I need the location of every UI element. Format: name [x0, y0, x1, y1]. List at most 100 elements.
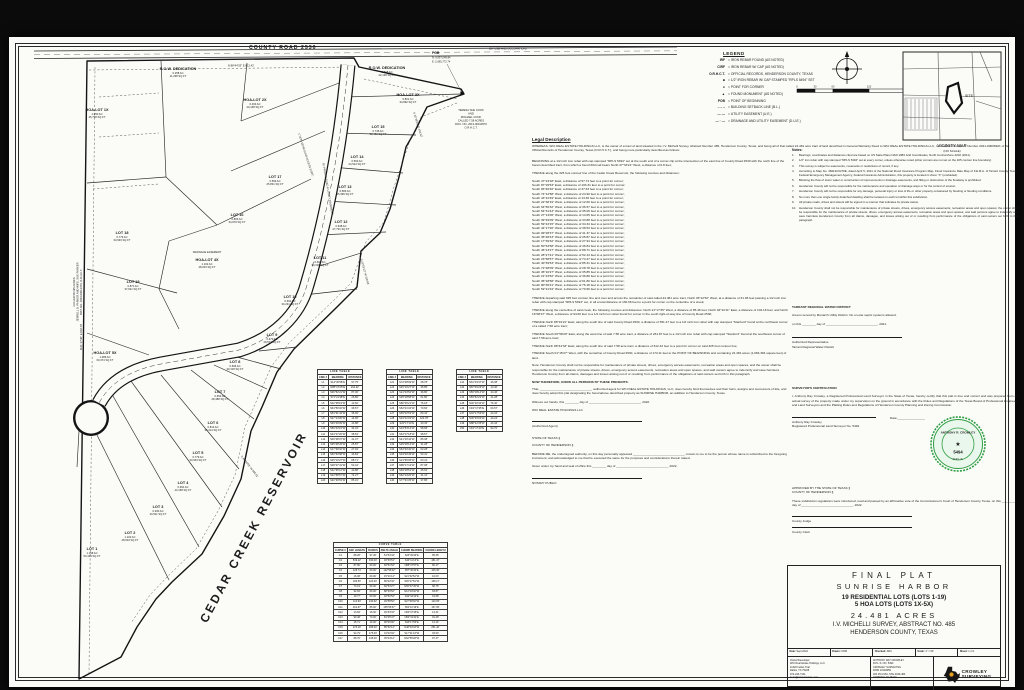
- lot-area: 0.696 AC30,318 SQ FT: [227, 364, 244, 371]
- pob-label: POB: [432, 51, 440, 55]
- lot-name: HOA-LOT 4X: [196, 258, 219, 262]
- legal-note-paragraph: Note: Henderson County shall not be resp…: [532, 363, 788, 376]
- county-line: COUNTY OF HENDERSON §: [532, 443, 788, 447]
- note-text: Bearings, coordinates and distances cite…: [799, 154, 1018, 158]
- lot-area: 0.779 AC33,933 SQ FT: [114, 235, 131, 242]
- lot-name: R.O.W. DEDICATION: [160, 67, 197, 71]
- legal-paragraph: THENCE South 00°58'20" East, along the w…: [532, 332, 788, 341]
- lot-name: LOT 14: [351, 155, 365, 159]
- lot-name: HOA-LOT 5X: [94, 351, 117, 355]
- note-number: 9.: [792, 201, 799, 205]
- legend-item: ●= POINT FOR CORNER: [699, 85, 869, 90]
- legal-description-title: Legal Description: [532, 137, 788, 142]
- lot-area: 0.508 AC22,128 SQ FT: [379, 70, 396, 77]
- note-item: 7.Henderson County will not be responsib…: [792, 190, 1018, 194]
- meta-label: Checked:: [875, 650, 887, 653]
- legend-item: — —= UTILITY EASEMENT (U.E.): [699, 112, 869, 117]
- adjacent-deed-note: TERESA SUE COOKANDMICHAEL COOKCALLED 7.5…: [455, 108, 487, 130]
- lot-name: LOT 7: [215, 390, 226, 394]
- lot-name: LOT 10: [284, 295, 297, 299]
- county-clerk-label: County Clerk: [792, 530, 1020, 534]
- legend-item: – – –= BUILDING SETBACK LINE (B.L.): [699, 105, 869, 110]
- given-line: Given under my hand and seal of office t…: [532, 464, 788, 468]
- road-surface: [99, 65, 348, 403]
- legal-paragraph: THENCE South 01°15'27" West, with the ce…: [532, 351, 788, 360]
- approval-body: These subdivision regulations were intro…: [792, 499, 1020, 508]
- lot-name: LOT 1: [87, 547, 98, 551]
- lot-area: 1.102 AC48,003 SQ FT: [122, 535, 139, 542]
- legend-text: = 1/2" IRON REBAR W/ CAP STAMPED "RPLS 5…: [728, 78, 869, 83]
- lot-line: [87, 177, 166, 183]
- meta-cell: Date: Sept 2022: [788, 649, 831, 656]
- note-text: 1/2" iron rebar with cap stamped "RPLS 5…: [799, 159, 1018, 163]
- dimension-label: N 01°17'40" E 618.70': [79, 323, 83, 350]
- note-item: 8.No more than one single family detache…: [792, 196, 1018, 200]
- legend-symbol: ■: [699, 78, 728, 83]
- lot-name: LOT 4: [178, 481, 190, 485]
- lot-name: LOT 8: [230, 360, 241, 364]
- note-text: This survey is subject to easements, cov…: [799, 165, 1018, 169]
- title-block-meta-row: Date: Sept 2022Drawn: CDMChecked: ARCSca…: [788, 649, 1000, 657]
- logo-text-2: SURVEYING: [962, 674, 992, 679]
- vicinity-site-label: SITE: [965, 94, 974, 98]
- lot-area: 0.638 AC27,791 SQ FT: [333, 224, 350, 231]
- line-table-3: LINE TABLELINE #BEARINGDISTANCEL41N61°23…: [456, 369, 503, 432]
- approval-block: APPROVED BY THE STATE OF TEXAS § COUNTY …: [792, 486, 1020, 534]
- state-line: STATE OF TEXAS §: [532, 436, 788, 440]
- road-centerline: [34, 51, 677, 55]
- meta-value: 1 of 1: [968, 650, 974, 653]
- title-block: FINAL PLAT SUNRISE HARBOR 19 RESIDENTIAL…: [787, 565, 1001, 687]
- note-text: Blocking the flow of storm water or cons…: [799, 179, 1018, 183]
- texas-shape-icon: [943, 666, 960, 683]
- legend-symbol: ▲: [699, 92, 728, 97]
- agent-label: (Authorized Agent): [532, 424, 788, 428]
- curve-table: CURVE TABLECURVE #ARC LENGTHRADIUSDELTA …: [333, 542, 448, 642]
- lot-name: LOT 2: [125, 531, 136, 535]
- lot-name: LOT 3: [153, 505, 164, 509]
- lot-area: 1.386 AC60,374 SQ FT: [97, 355, 114, 362]
- easement-dashed-line: [99, 93, 159, 97]
- lot-labels: LOT 11.158 AC50,443 SQ FTLOT 21.102 AC48…: [84, 66, 420, 558]
- lot-name: LOT 5: [193, 451, 204, 455]
- residential-lots-line: 19 RESIDENTIAL LOTS (LOTS 1-19): [788, 594, 1000, 602]
- seal-number: 5494: [953, 450, 963, 455]
- lot-area: 0.813 AC35,414 SQ FT: [205, 425, 222, 432]
- table-cell: C17: [334, 636, 348, 641]
- water-district-sig-label: Tarrant Regional Water District: [792, 345, 1018, 349]
- seal-rpls: R.P.L.S.: [953, 457, 964, 461]
- viewer-background: LOT 11.158 AC50,443 SQ FTLOT 21.102 AC48…: [0, 0, 1024, 690]
- legend-text: = DRAINAGE AND UTILITY EASEMENT (D.U.E.): [728, 119, 869, 124]
- legend-item: O.R.H.C.T.= OFFICIAL RECORDS, HENDERSON …: [699, 72, 869, 77]
- owner-entity-name: WCI REAL ESTATE HOLDINGS LLC: [532, 408, 788, 412]
- surveyor-cell: ANTHONY RAY CROWLEYR.P.L.S. NO. 5494CROW…: [871, 657, 934, 690]
- surveyor-logo: CROWLEY SURVEYING: [934, 657, 1000, 690]
- certification-date-label: Date:________________: [890, 416, 925, 420]
- legend-text: = OFFICIAL RECORDS, HENDERSON COUNTY, TE…: [728, 72, 869, 77]
- table-row: L20S40°39'53"W85.31': [318, 478, 363, 483]
- owner-info-line: laura@wcirealestate.com: [790, 676, 868, 680]
- table-cell: N01°17'40"E: [468, 427, 486, 432]
- legend-symbol: – – –: [699, 105, 728, 110]
- legal-paragraph: THENCE along the centerline of said cree…: [532, 308, 788, 317]
- legend-item: IRF= IRON REBAR FOUND (AS NOTED): [699, 58, 869, 63]
- owner-developer-cell: Owner/Developer:WCI Real Estate Holdings…: [788, 657, 871, 690]
- lot-name: LOT 15: [372, 125, 385, 129]
- note-number: 5.: [792, 179, 799, 183]
- pob-marker: [460, 92, 463, 95]
- hoa-lots-line: 5 HOA LOTS (LOTS 1X-5X): [788, 601, 1000, 609]
- legal-text-flow: BEGINNING at a 1/2 inch iron rebar with …: [532, 159, 788, 485]
- pob-northing: N: 6,937,049.84: [432, 56, 451, 60]
- legend-text: = BUILDING SETBACK LINE (B.L.): [728, 105, 869, 110]
- legend: LEGEND IRF= IRON REBAR FOUND (AS NOTED)C…: [699, 51, 869, 126]
- lot-name: LOT 6: [208, 421, 219, 425]
- lot-area: 1.050 AC45,738 SQ FT: [89, 112, 106, 119]
- legend-symbol: CIRF: [699, 65, 728, 70]
- table-row: L40S77°31'35"W37.86': [387, 478, 433, 483]
- lot-name: LOT 17: [269, 175, 282, 179]
- lot-area: 0.258 AC11,238 SQ FT: [170, 71, 187, 78]
- note-number: 1.: [792, 154, 799, 158]
- legend-item: POB= POINT OF BEGINNING: [699, 99, 869, 104]
- legend-item: ■= 1/2" IRON REBAR W/ CAP STAMPED "RPLS …: [699, 78, 869, 83]
- easement-dashed-line: [89, 67, 353, 70]
- lot-area: 1.102 AC48,003 SQ FT: [199, 262, 216, 269]
